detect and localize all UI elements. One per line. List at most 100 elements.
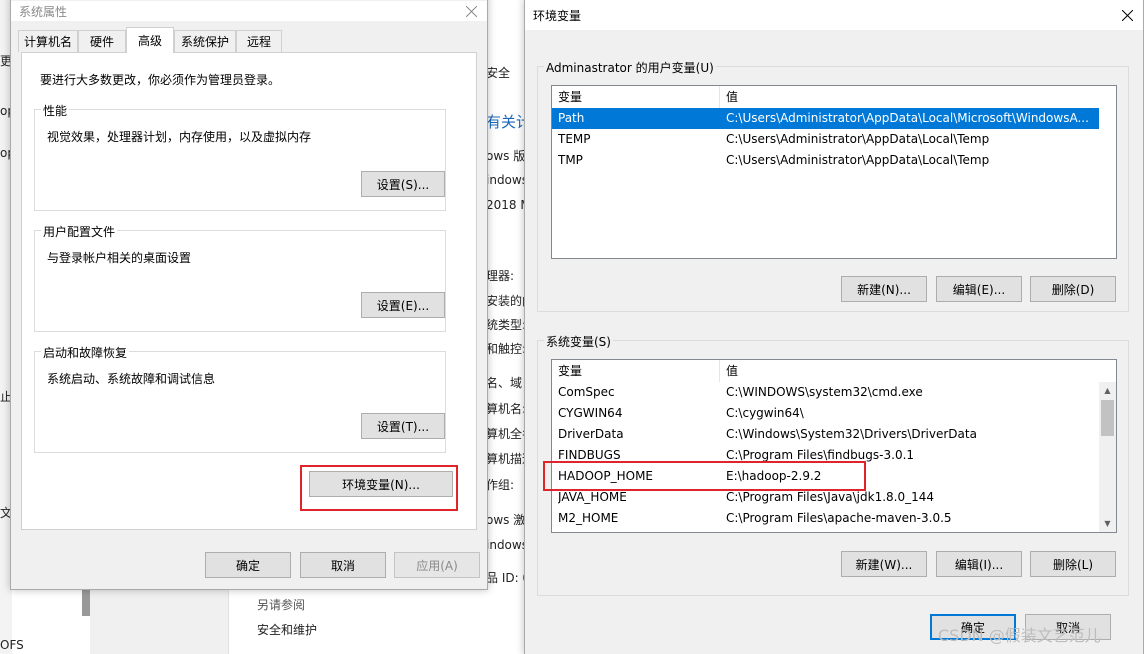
background-text: ows 版本 bbox=[488, 149, 524, 163]
system-edit-button[interactable]: 编辑(I)... bbox=[936, 551, 1022, 577]
var-name: Path bbox=[558, 111, 585, 125]
security-maintenance-link[interactable]: 安全和维护 bbox=[257, 621, 317, 638]
var-name: DriverData bbox=[558, 427, 624, 441]
environment-variables-dialog: 环境变量 Adminastrator 的用户变量(U) 变量 值 Path C:… bbox=[524, 0, 1144, 654]
var-value: C:\Users\Administrator\AppData\Local\Tem… bbox=[726, 132, 990, 146]
background-text: indows bbox=[488, 173, 524, 187]
system-var-row[interactable]: CYGWIN64 C:\cygwin64\ bbox=[552, 403, 1101, 424]
title-bar: 环境变量 bbox=[525, 0, 1143, 30]
performance-settings-button[interactable]: 设置(S)... bbox=[361, 171, 445, 197]
system-var-row[interactable]: M2_HOME C:\Program Files\apache-maven-3.… bbox=[552, 508, 1101, 529]
background-scrollbar bbox=[82, 590, 90, 616]
background-panel bbox=[90, 590, 228, 654]
group-label: 用户配置文件 bbox=[41, 223, 118, 240]
user-edit-button[interactable]: 编辑(E)... bbox=[936, 276, 1022, 302]
var-value: C:\Users\Administrator\AppData\Local\Tem… bbox=[726, 153, 990, 167]
close-icon bbox=[1121, 9, 1133, 21]
background-text: 作组: bbox=[488, 478, 515, 492]
background-text: 名、域 bbox=[488, 376, 523, 390]
user-var-row[interactable]: TMP C:\Users\Administrator\AppData\Local… bbox=[552, 150, 1099, 171]
startup-recovery-group: 启动和故障恢复 系统启动、系统故障和调试信息 设置(T)... bbox=[34, 344, 446, 453]
tab-label: 硬件 bbox=[89, 35, 114, 49]
tab-advanced[interactable]: 高级 bbox=[126, 27, 174, 53]
highlight-box-env-button bbox=[300, 465, 458, 511]
var-value: C:\cygwin64\ bbox=[726, 406, 804, 420]
var-name: M2_HOME bbox=[558, 511, 619, 525]
watermark: CSDN @假装文艺范儿 bbox=[938, 626, 1101, 645]
system-var-row[interactable]: DriverData C:\Windows\System32\Drivers\D… bbox=[552, 424, 1101, 445]
scroll-up-icon[interactable]: ▲ bbox=[1099, 382, 1116, 399]
apply-button[interactable]: 应用(A) bbox=[394, 552, 480, 578]
group-description: 与登录帐户相关的桌面设置 bbox=[47, 251, 192, 265]
system-variables-list[interactable]: 变量 值 ComSpec C:\WINDOWS\system32\cmd.exe… bbox=[551, 359, 1117, 533]
tab-remote[interactable]: 远程 bbox=[236, 30, 282, 52]
user-new-button[interactable]: 新建(N)... bbox=[841, 276, 927, 302]
dialog-title: 环境变量 bbox=[533, 9, 582, 23]
background-window-system-info: 安全 有关计 ows 版本 indows 2018 M 理器: 安装的内 统类型… bbox=[488, 0, 524, 590]
column-header-variable[interactable]: 变量 bbox=[552, 86, 720, 108]
admin-notice: 要进行大多数更改，你必须作为管理员登录。 bbox=[40, 73, 281, 87]
group-description: 视觉效果，处理器计划，内存使用，以及虚拟内存 bbox=[47, 130, 312, 144]
scroll-down-icon[interactable]: ▼ bbox=[1099, 515, 1116, 532]
background-text: indows bbox=[488, 538, 524, 552]
column-header-variable[interactable]: 变量 bbox=[552, 360, 720, 382]
user-profiles-group: 用户配置文件 与登录帐户相关的桌面设置 设置(E)... bbox=[34, 223, 446, 332]
background-text: 算机全名 bbox=[488, 427, 524, 441]
var-name: CYGWIN64 bbox=[558, 406, 623, 420]
var-value: C:\Users\Administrator\AppData\Local\Mic… bbox=[726, 111, 1089, 125]
background-text: 统类型: bbox=[488, 318, 524, 332]
column-header-value[interactable]: 值 bbox=[720, 86, 1116, 108]
tab-label: 高级 bbox=[137, 34, 162, 48]
user-var-row[interactable]: TEMP C:\Users\Administrator\AppData\Loca… bbox=[552, 129, 1099, 150]
group-label: 性能 bbox=[41, 102, 70, 119]
scroll-thumb[interactable] bbox=[1101, 400, 1114, 436]
performance-group: 性能 视觉效果，处理器计划，内存使用，以及虚拟内存 设置(S)... bbox=[34, 102, 446, 211]
background-text: 品 ID: 0 bbox=[488, 571, 524, 585]
vertical-scrollbar[interactable]: ▲ ▼ bbox=[1099, 382, 1116, 532]
background-text: OFS bbox=[0, 638, 24, 652]
list-header: 变量 值 bbox=[552, 86, 1116, 108]
group-description: 系统启动、系统故障和调试信息 bbox=[47, 372, 216, 386]
user-var-row[interactable]: Path C:\Users\Administrator\AppData\Loca… bbox=[552, 108, 1099, 129]
background-related-links: 另请参阅 安全和维护 bbox=[228, 590, 528, 654]
tab-label: 计算机名 bbox=[23, 35, 72, 49]
group-label: 系统变量(S) bbox=[544, 333, 613, 350]
system-delete-button[interactable]: 删除(L) bbox=[1030, 551, 1116, 577]
tab-system-protection[interactable]: 系统保护 bbox=[174, 30, 236, 52]
tab-computer-name[interactable]: 计算机名 bbox=[18, 30, 78, 52]
user-variables-list[interactable]: 变量 值 Path C:\Users\Administrator\AppData… bbox=[551, 85, 1117, 259]
background-text: 2018 M bbox=[488, 198, 524, 212]
group-label: 启动和故障恢复 bbox=[41, 344, 130, 361]
var-name: TEMP bbox=[558, 132, 591, 146]
advanced-tab-panel: 要进行大多数更改，你必须作为管理员登录。 性能 视觉效果，处理器计划，内存使用，… bbox=[21, 52, 477, 530]
tab-hardware[interactable]: 硬件 bbox=[78, 30, 126, 52]
user-delete-button[interactable]: 删除(D) bbox=[1030, 276, 1116, 302]
dialog-title: 系统属性 bbox=[19, 5, 68, 19]
startup-recovery-settings-button[interactable]: 设置(T)... bbox=[361, 413, 445, 439]
background-text: 安全 bbox=[488, 66, 511, 80]
close-icon bbox=[465, 5, 477, 17]
group-label: Adminastrator 的用户变量(U) bbox=[544, 59, 716, 76]
close-button[interactable] bbox=[1111, 0, 1143, 30]
var-name: TMP bbox=[558, 153, 583, 167]
cancel-button[interactable]: 取消 bbox=[300, 552, 386, 578]
background-text: ows 激 bbox=[488, 513, 524, 527]
var-name: ComSpec bbox=[558, 385, 615, 399]
highlight-box-hadoop-home bbox=[543, 461, 866, 491]
background-text: 和触控: bbox=[488, 342, 524, 356]
background-text: 算机描述 bbox=[488, 452, 524, 466]
background-text: 算机名: bbox=[488, 402, 524, 416]
var-value: C:\Program Files\apache-maven-3.0.5 bbox=[726, 511, 952, 525]
user-variables-group: Adminastrator 的用户变量(U) 变量 值 Path C:\User… bbox=[537, 59, 1129, 312]
background-text: 安装的内 bbox=[488, 294, 524, 308]
title-bar: 系统属性 bbox=[11, 1, 487, 21]
close-button[interactable] bbox=[455, 1, 487, 21]
ok-button[interactable]: 确定 bbox=[205, 552, 291, 578]
column-header-value[interactable]: 值 bbox=[720, 360, 1116, 382]
system-var-row[interactable]: ComSpec C:\WINDOWS\system32\cmd.exe bbox=[552, 382, 1101, 403]
system-new-button[interactable]: 新建(W)... bbox=[841, 551, 927, 577]
see-also-label: 另请参阅 bbox=[257, 598, 306, 612]
user-profiles-settings-button[interactable]: 设置(E)... bbox=[361, 292, 445, 318]
background-text: 理器: bbox=[488, 269, 515, 283]
tab-label: 远程 bbox=[246, 35, 271, 49]
